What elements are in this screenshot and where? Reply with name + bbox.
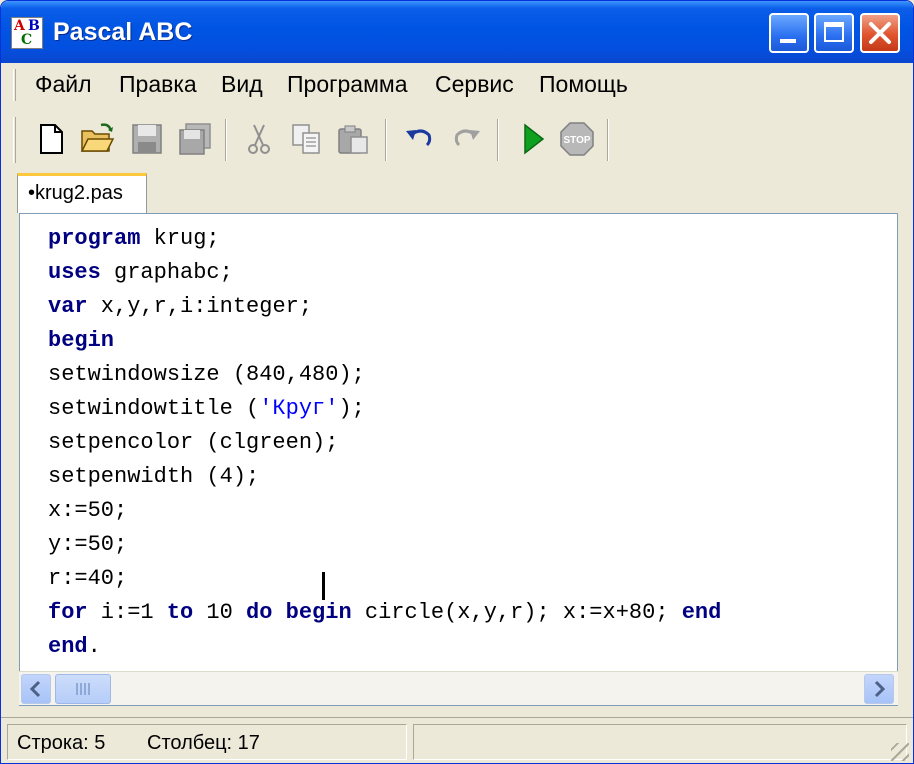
pascal-abc-icon[interactable]: A B C	[11, 17, 43, 49]
toolbar-separator	[607, 119, 609, 161]
code-text: r:=40;	[48, 566, 128, 591]
code-line[interactable]: setwindowsize (840,480);	[48, 358, 721, 392]
menu-view[interactable]: Вид	[221, 71, 263, 98]
minimize-button[interactable]	[769, 13, 809, 53]
status-bar: Строка: 5 Столбец: 17	[1, 717, 913, 763]
minimize-icon	[780, 39, 796, 43]
title-bar[interactable]: A B C Pascal ABC	[1, 1, 913, 63]
toolbar: STOP	[1, 111, 913, 167]
menu-bar: Файл Правка Вид Программа Сервис Помощь	[1, 63, 913, 107]
app-window: A B C Pascal ABC Файл Правка Вид Програм…	[0, 0, 914, 764]
code-line[interactable]: program krug;	[48, 222, 721, 256]
cut-icon[interactable]	[241, 121, 277, 157]
code-keyword: do	[246, 600, 273, 625]
close-icon	[869, 22, 891, 44]
tab-krug2[interactable]: •krug2.pas	[17, 173, 147, 213]
code-text: setpencolor (clgreen);	[48, 430, 339, 455]
scroll-thumb-grip	[76, 683, 90, 695]
scroll-thumb[interactable]	[55, 674, 111, 704]
icon-letter-b: B	[28, 18, 40, 34]
status-column: Столбец: 17	[147, 732, 260, 754]
status-panel-info	[413, 724, 907, 760]
code-text: );	[338, 396, 365, 421]
resize-grip[interactable]	[891, 743, 909, 761]
code-line[interactable]: setwindowtitle ('Круг');	[48, 392, 721, 426]
menu-program[interactable]: Программа	[287, 71, 408, 98]
code-keyword: var	[48, 294, 88, 319]
chevron-left-icon	[29, 680, 41, 698]
code-line[interactable]: uses graphabc;	[48, 256, 721, 290]
scroll-right-button[interactable]	[864, 674, 894, 704]
code-text: .	[87, 634, 101, 659]
code-text: 10	[193, 600, 247, 625]
toolbar-separator	[225, 119, 227, 161]
code-keyword: end	[681, 600, 722, 625]
code-line[interactable]: end.	[48, 630, 721, 664]
code-text: setwindowsize (840,480);	[48, 362, 365, 387]
code-line[interactable]: setpenwidth (4);	[48, 460, 721, 494]
code-text: graphabc;	[100, 260, 233, 285]
stop-icon-label: STOP	[563, 135, 590, 146]
menu-service[interactable]: Сервис	[435, 71, 514, 98]
menu-file[interactable]: Файл	[35, 71, 92, 98]
close-button[interactable]	[860, 13, 900, 53]
toolbar-grip[interactable]	[13, 117, 16, 163]
text-caret	[322, 572, 325, 600]
save-all-icon[interactable]	[177, 121, 213, 157]
menu-grip[interactable]	[13, 69, 16, 101]
open-folder-icon[interactable]	[79, 121, 115, 157]
copy-icon[interactable]	[289, 121, 325, 157]
save-icon[interactable]	[129, 121, 165, 157]
code-text: setpenwidth (4);	[48, 464, 260, 489]
horizontal-scrollbar[interactable]	[19, 671, 898, 705]
code-text: x:=50;	[48, 498, 128, 523]
code-line[interactable]: r:=40;	[48, 562, 721, 596]
scroll-left-button[interactable]	[21, 674, 51, 704]
code-keyword: program	[48, 226, 141, 251]
toolbar-separator	[497, 119, 499, 161]
maximize-button[interactable]	[814, 13, 854, 53]
code-text: circle(x,y,r); x:=x+80;	[351, 600, 682, 625]
window-title: Pascal ABC	[53, 18, 193, 46]
code-line[interactable]: var x,y,r,i:integer;	[48, 290, 721, 324]
redo-icon[interactable]	[449, 121, 485, 157]
icon-letter-c: C	[21, 32, 33, 48]
code-string: 'Круг'	[259, 396, 339, 421]
run-icon[interactable]	[515, 121, 551, 157]
code-keyword: for	[48, 600, 88, 625]
menu-edit[interactable]: Правка	[119, 71, 197, 98]
code-text: setwindowtitle (	[48, 396, 260, 421]
code-line[interactable]: setpencolor (clgreen);	[48, 426, 721, 460]
code-line[interactable]: y:=50;	[48, 528, 721, 562]
code-keyword: begin	[285, 600, 352, 625]
status-line: Строка: 5	[17, 732, 106, 754]
code-text: i:=1	[87, 600, 167, 625]
menu-help[interactable]: Помощь	[539, 71, 628, 98]
toolbar-separator	[385, 119, 387, 161]
code-keyword: end	[48, 634, 88, 659]
code-line[interactable]: for i:=1 to 10 do begin circle(x,y,r); x…	[48, 596, 721, 630]
icon-letter-a: A	[14, 18, 25, 34]
maximize-icon	[824, 22, 844, 42]
code-editor[interactable]: program krug; uses graphabc; var x,y,r,i:i…	[19, 213, 898, 706]
code-text: krug;	[140, 226, 220, 251]
tab-label: •krug2.pas	[28, 182, 123, 204]
tab-strip: •krug2.pas	[1, 167, 913, 213]
code-text: y:=50;	[48, 532, 128, 557]
code-line[interactable]: x:=50;	[48, 494, 721, 528]
code-keyword: to	[166, 600, 194, 625]
undo-icon[interactable]	[401, 121, 437, 157]
new-file-icon[interactable]	[33, 121, 69, 157]
code-keyword: begin	[48, 328, 115, 353]
code-keyword: uses	[48, 260, 101, 285]
code-text: x,y,r,i:integer;	[87, 294, 313, 319]
code-line[interactable]: begin	[48, 324, 721, 358]
paste-icon[interactable]	[335, 121, 371, 157]
chevron-right-icon	[874, 680, 886, 698]
stop-icon[interactable]: STOP	[559, 121, 595, 157]
code-lines[interactable]: program krug; uses graphabc; var x,y,r,i:i…	[48, 222, 721, 664]
